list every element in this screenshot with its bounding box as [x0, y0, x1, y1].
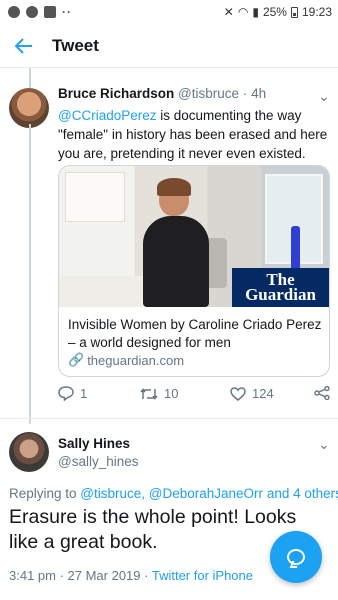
like-count: 124 [252, 386, 274, 401]
tweet-timestamp: 3:41 pm · 27 Mar 2019 · [9, 568, 152, 583]
chevron-down-icon[interactable]: ⌄ [318, 436, 330, 453]
figure-hair [157, 178, 191, 196]
card-domain: 🔗 theguardian.com [68, 352, 184, 368]
like-button[interactable]: 124 [230, 386, 274, 401]
wifi-icon: ◠ [237, 5, 249, 19]
tweet-time[interactable]: 4h [251, 86, 266, 101]
mention-link[interactable]: @CCriadoPerez [58, 108, 157, 123]
status-bar-system: ✕ ◠ ▮ 25% 19:23 [224, 5, 332, 19]
replying-mention-tisbruce[interactable]: @tisbruce [80, 486, 141, 501]
main-author-handle[interactable]: @sally_hines [58, 454, 139, 469]
share-button[interactable] [314, 386, 330, 400]
messenger-icon [26, 6, 38, 18]
retweet-button[interactable]: 10 [140, 386, 178, 401]
avatar-bruce-richardson[interactable] [9, 88, 49, 128]
replying-prefix: Replying to [9, 486, 81, 501]
heart-icon [230, 386, 246, 401]
page-title: Tweet [52, 35, 99, 55]
reply-button[interactable]: 1 [58, 386, 87, 401]
reply-count: 1 [80, 386, 88, 401]
bottle-shape [291, 226, 300, 270]
guardian-logo: The Guardian [232, 268, 329, 307]
thread-connector [29, 124, 31, 424]
gallery-icon [44, 6, 56, 18]
mute-icon: ✕ [223, 5, 234, 19]
replying-to-line: Replying to @tisbruce, @DeborahJaneOrr a… [9, 486, 338, 501]
link-icon: 🔗 [68, 352, 85, 367]
app-bar: Tweet [0, 24, 338, 68]
tweet-divider [0, 418, 338, 419]
replying-others-link[interactable]: and 4 others [263, 486, 338, 501]
author-name[interactable]: Bruce Richardson [58, 86, 174, 101]
tweet-actions: 1 10 124 [58, 386, 330, 406]
chat-bubble-icon [287, 549, 305, 565]
guardian-logo-line2: Guardian [245, 285, 316, 304]
thread-connector-top [29, 68, 31, 88]
retweet-icon [140, 387, 158, 400]
parent-tweet-text: @CCriadoPerez is documenting the way "fe… [58, 106, 330, 163]
link-card[interactable]: The Guardian Invisible Women by Caroline… [58, 165, 330, 377]
replying-separator: , [141, 486, 149, 501]
back-button[interactable] [2, 24, 46, 68]
signal-icon: ▮ [252, 5, 259, 19]
compose-reply-button[interactable] [270, 531, 322, 583]
card-image: The Guardian [59, 166, 329, 307]
replying-mention-deborahjaneorr[interactable]: @DeborahJaneOrr [149, 486, 263, 501]
chevron-down-icon[interactable]: ⌄ [318, 88, 330, 105]
status-bar: ·· ✕ ◠ ▮ 25% 19:23 [0, 0, 338, 24]
tweet-timestamp-line: 3:41 pm · 27 Mar 2019 · Twitter for iPho… [9, 568, 253, 583]
main-author-name[interactable]: Sally Hines [58, 436, 130, 451]
arrow-left-icon [15, 37, 32, 54]
clock: 19:23 [301, 5, 332, 19]
battery-icon [290, 6, 298, 18]
tweet-source-link[interactable]: Twitter for iPhone [152, 568, 253, 583]
kitchen-cabinet-shape [65, 172, 125, 222]
share-icon [314, 386, 330, 400]
parent-tweet-header: Bruce Richardson @tisbruce · 4h [58, 86, 328, 101]
figure-body [143, 216, 209, 307]
more-notifications-icon: ·· [62, 5, 72, 19]
separator-dot: · [242, 86, 248, 101]
reply-icon [58, 386, 74, 401]
avatar-sally-hines[interactable] [9, 432, 49, 472]
notification-app-icon [8, 6, 20, 18]
retweet-count: 10 [164, 386, 179, 401]
card-title: Invisible Women by Caroline Criado Perez… [68, 317, 322, 350]
battery-percent: 25% [262, 5, 287, 19]
status-bar-notifications: ·· [8, 5, 72, 19]
woman-figure [137, 178, 217, 307]
author-handle[interactable]: @tisbruce [178, 86, 239, 101]
card-domain-text: theguardian.com [87, 352, 185, 368]
